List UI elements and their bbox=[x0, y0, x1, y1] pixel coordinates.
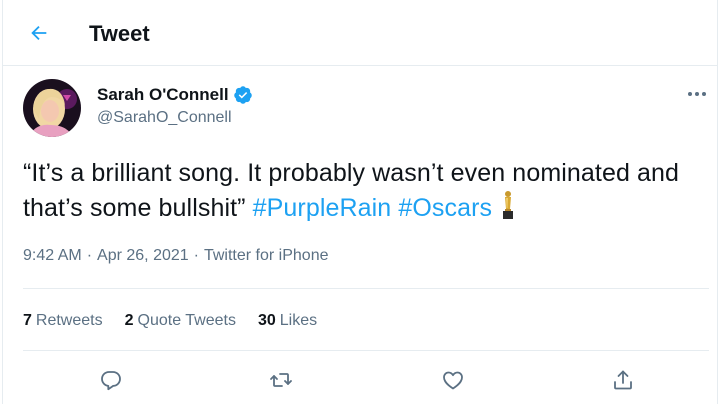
avatar[interactable] bbox=[23, 79, 81, 137]
likes-stat[interactable]: 30 Likes bbox=[258, 309, 317, 333]
author-name-row[interactable]: Sarah O'Connell bbox=[97, 84, 253, 106]
reply-button[interactable] bbox=[97, 366, 125, 394]
tweet-page: Tweet Sarah O'Connell @SarahO_Connell “I… bbox=[2, 0, 718, 404]
share-icon bbox=[614, 370, 632, 390]
divider bbox=[23, 288, 709, 289]
more-dots-icon bbox=[688, 92, 706, 96]
tweet-date[interactable]: Apr 26, 2021 bbox=[97, 244, 189, 268]
more-options-button[interactable] bbox=[683, 82, 711, 106]
reply-icon bbox=[101, 371, 121, 391]
author-handle[interactable]: @SarahO_Connell bbox=[97, 108, 232, 128]
quote-tweets-stat[interactable]: 2 Quote Tweets bbox=[125, 309, 236, 333]
share-button[interactable] bbox=[609, 366, 637, 394]
verified-badge-icon bbox=[233, 86, 252, 104]
retweets-count: 7 bbox=[23, 312, 32, 329]
back-button[interactable] bbox=[25, 19, 53, 47]
quote-tweets-label: Quote Tweets bbox=[137, 312, 236, 329]
meta-separator: · bbox=[86, 247, 93, 264]
tweet-source[interactable]: Twitter for iPhone bbox=[204, 244, 329, 268]
retweets-label: Retweets bbox=[35, 312, 103, 329]
retweet-icon bbox=[270, 373, 292, 387]
hashtag-link[interactable]: #Oscars bbox=[398, 194, 492, 222]
tweet-actions bbox=[3, 362, 719, 400]
retweets-stat[interactable]: 7 Retweets bbox=[23, 309, 103, 333]
tweet-time[interactable]: 9:42 AM bbox=[23, 244, 82, 268]
tweet-stats: 7 Retweets 2 Quote Tweets 30 Likes bbox=[23, 308, 339, 334]
likes-count: 30 bbox=[257, 312, 276, 329]
meta-separator: · bbox=[193, 247, 199, 264]
page-header: Tweet bbox=[3, 0, 717, 66]
author-display-name[interactable]: Sarah O'Connell bbox=[97, 84, 229, 106]
like-icon bbox=[443, 371, 463, 390]
like-button[interactable] bbox=[439, 366, 467, 394]
back-arrow-icon bbox=[31, 25, 47, 41]
retweet-button[interactable] bbox=[267, 366, 295, 394]
likes-label: Likes bbox=[279, 312, 318, 329]
page-title: Tweet bbox=[89, 21, 150, 46]
tweet-body: “It’s a brilliant song. It probably wasn… bbox=[23, 156, 713, 225]
tweet-metadata: 9:42 AM · Apr 26, 2021 · Twitter for iPh… bbox=[23, 244, 328, 268]
divider bbox=[23, 350, 709, 351]
quote-tweets-count: 2 bbox=[124, 312, 134, 329]
hashtag-link[interactable]: #PurpleRain bbox=[253, 194, 392, 222]
oscar-trophy-icon bbox=[503, 191, 514, 219]
